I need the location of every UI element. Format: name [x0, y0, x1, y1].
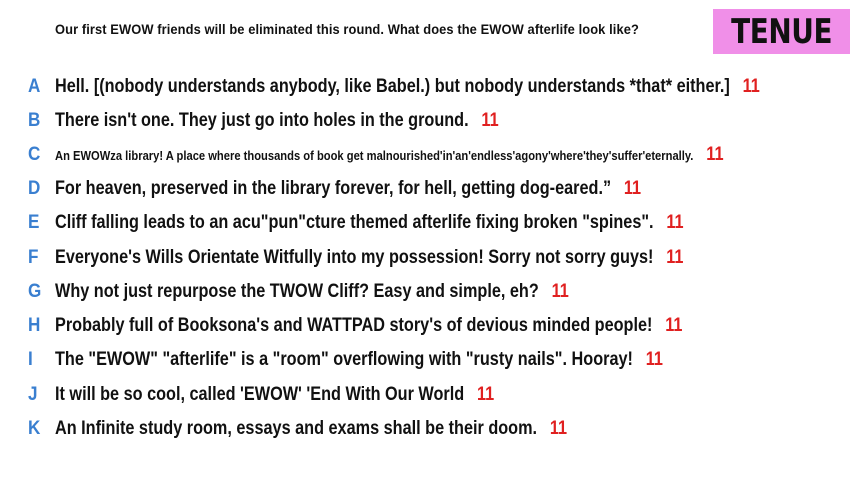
- vote-count: 11: [666, 212, 684, 233]
- response-text: An EWOWza library! A place where thousan…: [55, 148, 694, 163]
- response-text: Why not just repurpose the TWOW Cliff? E…: [55, 281, 539, 302]
- response-text: There isn't one. They just go into holes…: [55, 110, 469, 131]
- response-text: Probably full of Booksona's and WATTPAD …: [55, 315, 653, 336]
- response-letter: H: [28, 315, 41, 336]
- vote-count: 11: [645, 349, 663, 370]
- vote-count: 11: [665, 315, 683, 336]
- response-text: The "EWOW" "afterlife" is a "room" overf…: [55, 349, 633, 370]
- response-letter: I: [28, 349, 33, 370]
- vote-count: 11: [666, 247, 684, 268]
- contestant-tag-label: TENUE: [730, 11, 833, 52]
- prompt-text: Our first EWOW friends will be eliminate…: [55, 21, 639, 37]
- response-letter: K: [28, 418, 41, 439]
- contestant-tag: TENUE: [713, 9, 850, 54]
- response-letter: A: [28, 76, 41, 97]
- response-text: Cliff falling leads to an acu"pun"cture …: [55, 212, 654, 233]
- vote-count: 11: [742, 76, 760, 97]
- response-text: Hell. [(nobody understands anybody, like…: [55, 76, 730, 97]
- vote-count: 11: [623, 178, 642, 199]
- response-text: An Infinite study room, essays and exams…: [55, 418, 538, 439]
- response-letter: B: [28, 110, 41, 131]
- response-letter: E: [28, 212, 40, 233]
- vote-count: 11: [706, 144, 724, 165]
- vote-count: 11: [481, 110, 499, 131]
- response-letter: C: [28, 144, 41, 165]
- vote-count: 11: [549, 418, 568, 439]
- response-letter: F: [28, 247, 39, 268]
- response-text: For heaven, preserved in the library for…: [55, 178, 612, 199]
- response-text: It will be so cool, called 'EWOW' 'End W…: [55, 384, 465, 405]
- response-letter: G: [28, 281, 42, 302]
- vote-count: 11: [551, 281, 569, 302]
- response-text: Everyone's Wills Orientate Witfully into…: [55, 247, 654, 268]
- response-letter: J: [28, 384, 38, 405]
- vote-count: 11: [476, 384, 495, 405]
- response-letter: D: [28, 178, 41, 199]
